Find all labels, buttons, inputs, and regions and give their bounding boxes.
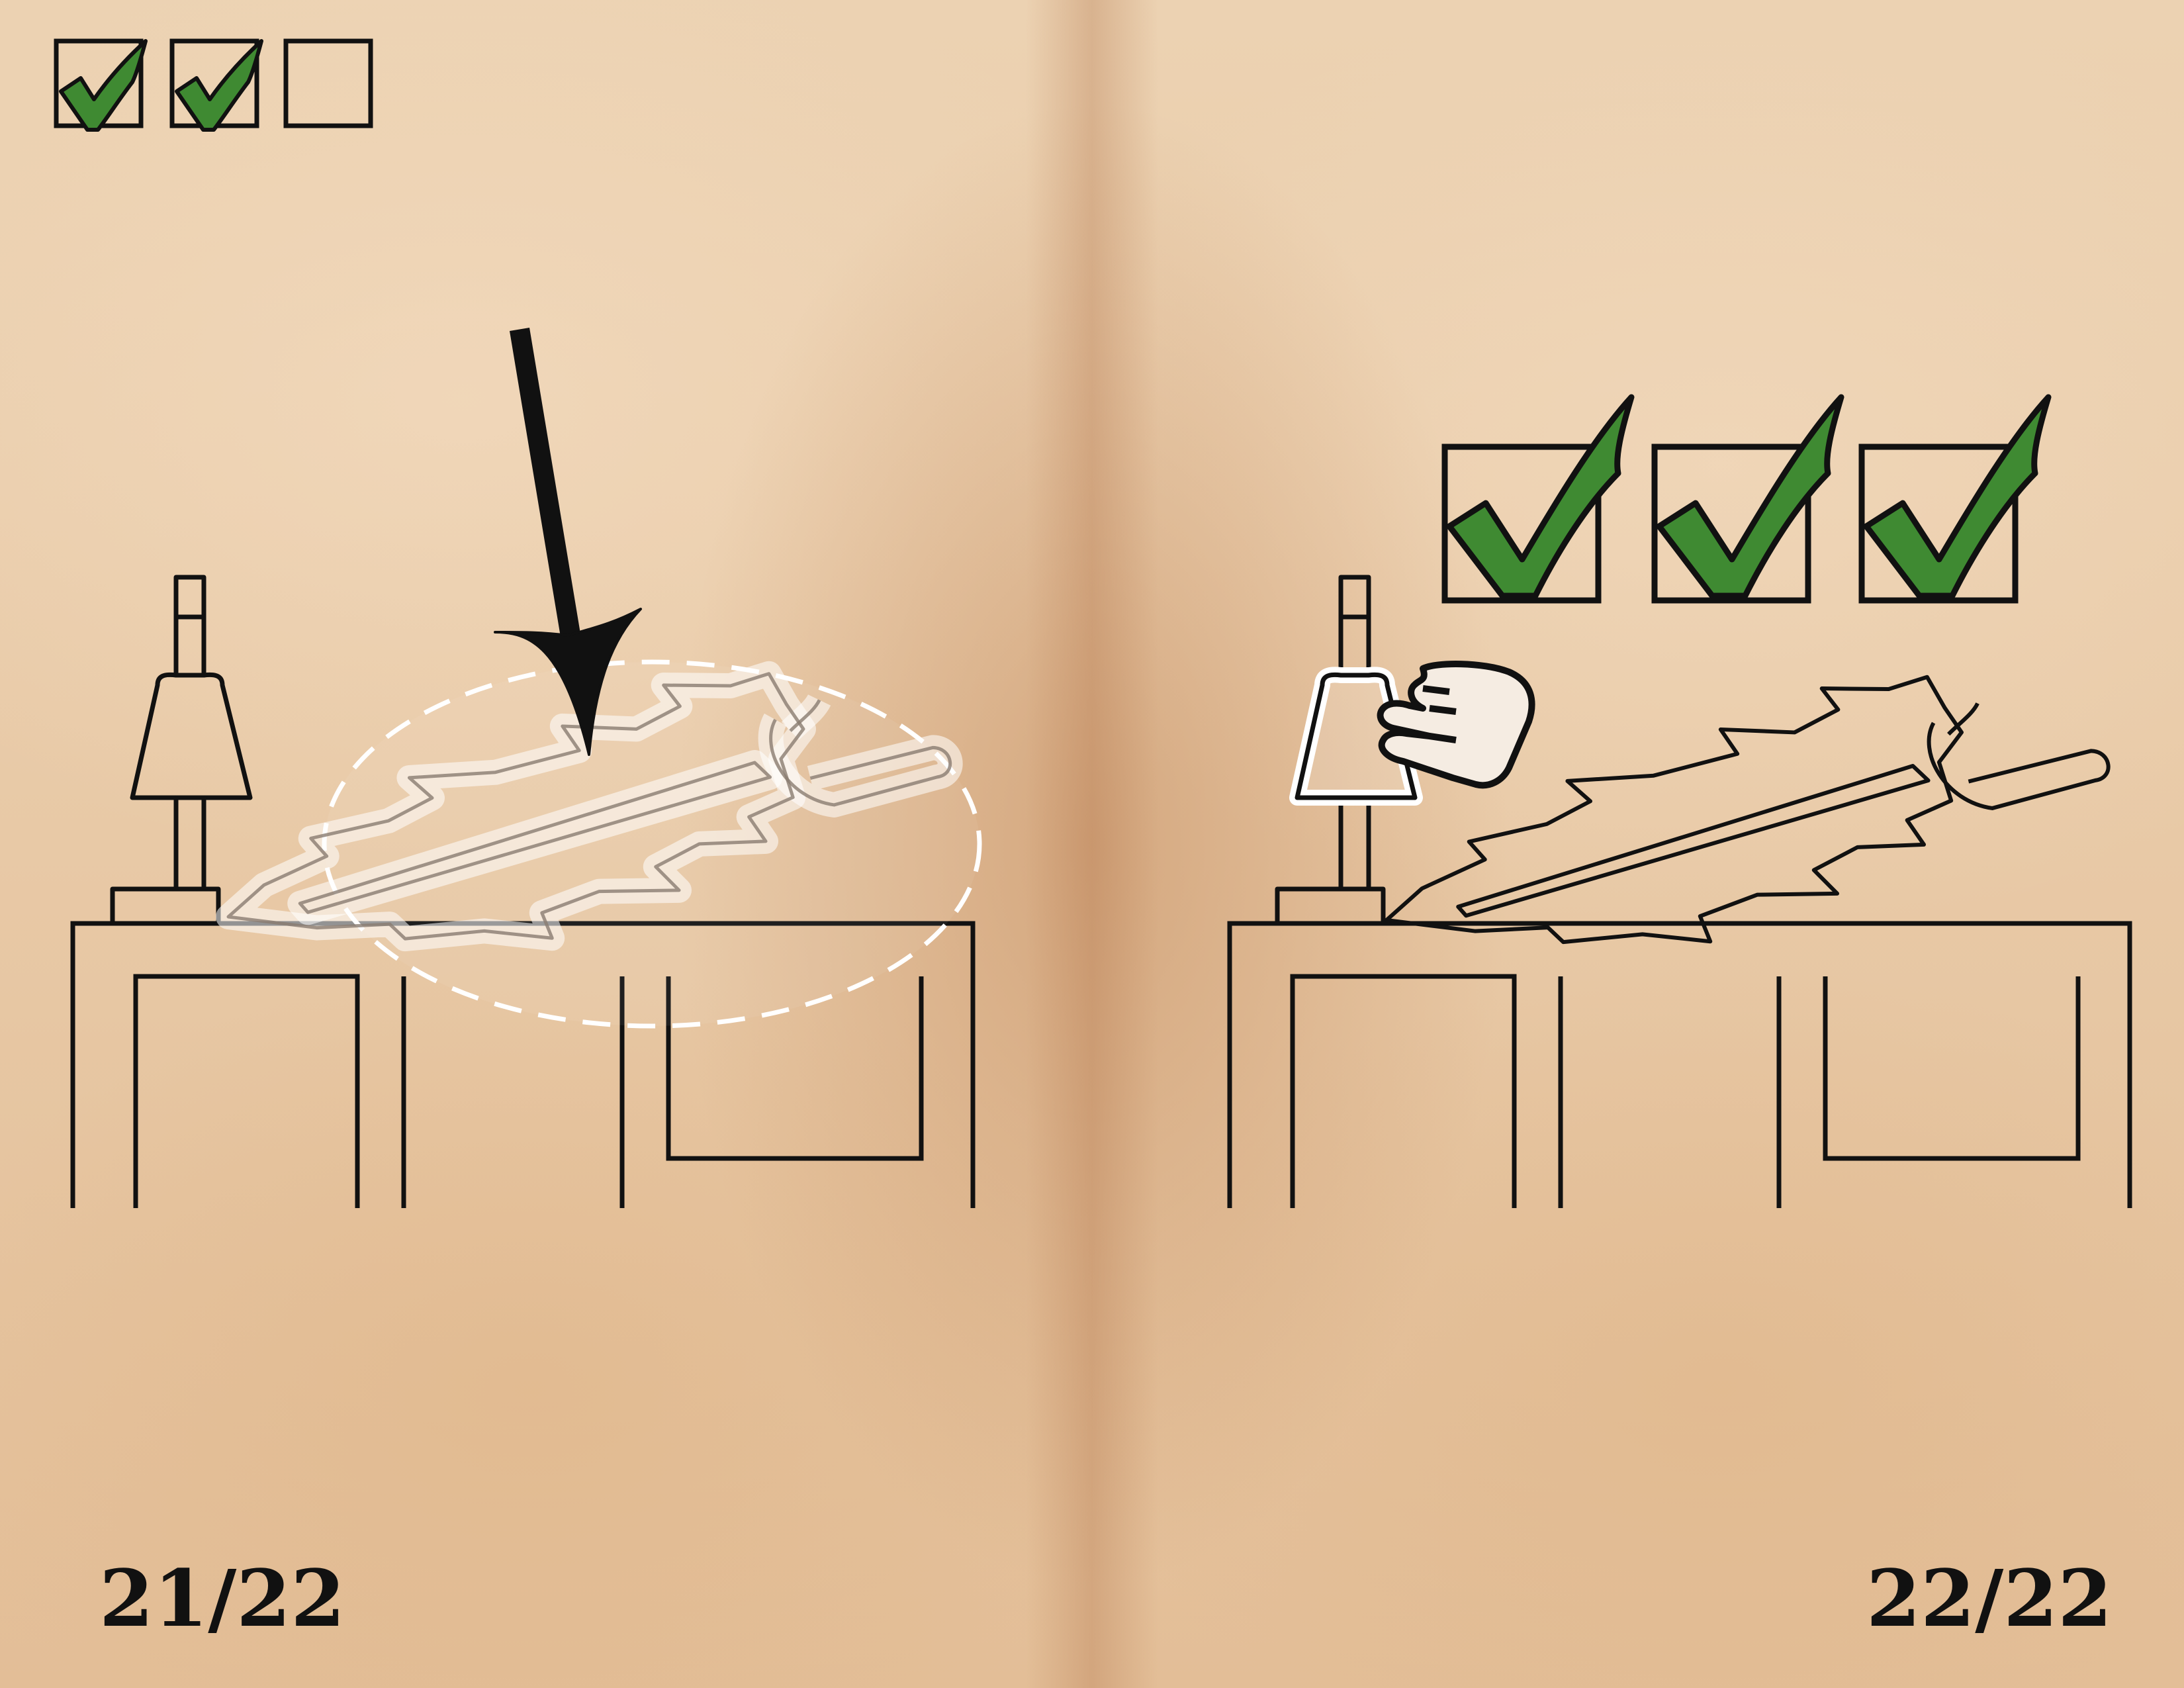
check-icon [175, 39, 263, 132]
page-number-right: 22/22 [1866, 1552, 2113, 1644]
left-page [54, 38, 982, 1208]
check-icon [1446, 394, 1635, 599]
check-icon [1656, 394, 1844, 599]
right-page [1227, 394, 2132, 1208]
left-progress-box-2 [169, 38, 263, 132]
check-icon [59, 39, 148, 132]
right-progress-box-2 [1651, 394, 1844, 604]
lamp-icon [110, 575, 253, 926]
scene [54, 38, 2132, 1208]
check-icon [1863, 394, 2052, 599]
table-icon [1227, 921, 2132, 1208]
left-progress-checkboxes [54, 38, 373, 132]
right-progress-box-3 [1858, 394, 2052, 604]
right-progress-checkboxes [1441, 394, 2052, 604]
left-progress-box-1 [54, 38, 148, 132]
page-number-left: 21/22 [99, 1552, 345, 1644]
book-spread: 21/22 22/22 [0, 0, 2184, 1688]
right-progress-box-1 [1441, 394, 1635, 604]
left-progress-box-3 [283, 38, 373, 128]
